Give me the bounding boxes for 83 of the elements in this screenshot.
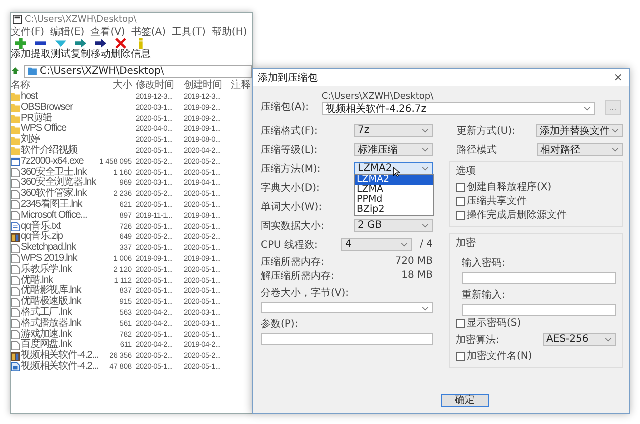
file-name[interactable]: 视频相关软件-4.2... xyxy=(21,362,99,373)
field-label: 输入密码: xyxy=(462,256,506,270)
file-name[interactable]: 7z2000-x64.exe xyxy=(21,156,84,168)
field-label: 重新输入: xyxy=(462,288,506,302)
file-name[interactable]: OBSBrowser xyxy=(21,102,73,114)
dropdown[interactable]: AES-256 xyxy=(542,333,616,346)
field-label: 压缩格式(F): xyxy=(261,124,319,138)
field-label: 单词大小(W): xyxy=(261,200,324,214)
field-label: 固实数据大小: xyxy=(261,220,326,232)
dropdown-option[interactable]: LZMA xyxy=(355,185,433,195)
column-header[interactable]: 创建时间 xyxy=(182,80,230,92)
menu-item[interactable]: 书签(A) xyxy=(131,25,166,39)
memory-label: 解压缩所需内存: xyxy=(261,270,334,282)
column-header[interactable]: 大小 xyxy=(101,80,134,92)
window-title: C:\Users\XZWH\Desktop\ xyxy=(25,14,137,24)
field-label: 更新方式(U): xyxy=(456,124,516,138)
field-label: 参数(P): xyxy=(261,318,300,331)
file-name[interactable]: 格式播放器.lnk xyxy=(21,318,82,330)
dropdown[interactable]: 2 GB xyxy=(354,219,433,232)
column-header[interactable]: 名称 xyxy=(11,80,101,92)
file-name[interactable]: 软件介绍视频 xyxy=(21,146,78,157)
file-name[interactable]: 格式工厂.lnk xyxy=(21,308,72,319)
field-label: 路径模式 xyxy=(456,144,498,156)
file-name[interactable]: 优酷.lnk xyxy=(21,276,53,286)
file-name[interactable]: PR剪辑 xyxy=(21,114,52,124)
dropdown[interactable]: 7z xyxy=(354,124,433,137)
checkbox[interactable]: 显示密码(S) xyxy=(456,316,616,330)
field-label: CPU 线程数: xyxy=(261,238,319,252)
dialog-title: 添加到压缩包 xyxy=(258,72,318,84)
field-label: 压缩等级(L): xyxy=(261,144,319,156)
menu-item[interactable]: 文件(F) xyxy=(11,25,45,39)
file-name[interactable]: qq音乐.zip xyxy=(21,232,63,244)
checkbox[interactable]: 加密文件名(N) xyxy=(456,349,616,363)
archive-path: C:\Users\XZWH\Desktop\ xyxy=(322,92,435,102)
thread-count-total: / 4 xyxy=(420,239,433,250)
toolbar-button[interactable]: 信息 xyxy=(131,38,151,62)
toolbar-button[interactable]: 添加 xyxy=(11,38,31,62)
field-label: 分卷大小，字节(V): xyxy=(261,286,350,300)
archive-name-combo[interactable]: 视频相关软件-4.26.7z xyxy=(322,102,595,115)
toolbar-button[interactable]: 测试 xyxy=(51,38,71,62)
file-name[interactable]: Sketchpad.lnk xyxy=(21,243,76,254)
checkbox[interactable]: 创建自释放程序(X) xyxy=(456,180,616,194)
memory-label: 压缩所需内存: xyxy=(261,256,324,268)
ok-button[interactable]: 确定 xyxy=(441,394,489,407)
dropdown-option[interactable]: LZMA2 xyxy=(355,175,433,185)
toolbar-button[interactable]: 删除 xyxy=(111,38,131,62)
dropdown-option[interactable]: PPMd xyxy=(355,195,433,205)
menu-item[interactable]: 帮助(H) xyxy=(212,25,248,39)
checkbox[interactable]: 操作完成后删除源文件 xyxy=(456,208,616,222)
file-name[interactable]: WPS 2019.lnk xyxy=(21,254,78,265)
menu-item[interactable]: 编辑(E) xyxy=(50,25,85,39)
dropdown[interactable]: 标准压缩 xyxy=(354,143,433,156)
file-name[interactable]: Microsoft Office... xyxy=(21,210,88,222)
dropdown-option[interactable]: BZip2 xyxy=(355,205,433,215)
group-title: 加密 xyxy=(456,236,477,250)
dropdown[interactable]: 4 xyxy=(341,238,412,251)
menu-item[interactable]: 工具(T) xyxy=(172,25,206,39)
column-header[interactable]: 注释 xyxy=(230,80,252,92)
column-header[interactable]: 修改时间 xyxy=(134,80,182,92)
toolbar-button[interactable]: 复制 xyxy=(71,38,91,62)
toolbar-button[interactable]: 移动 xyxy=(91,38,111,62)
field-label: 压缩包(A): xyxy=(261,100,310,115)
memory-value: 18 MB xyxy=(402,270,433,281)
group-title: 选项 xyxy=(456,164,477,178)
file-name[interactable]: 乐教乐学.lnk xyxy=(21,264,72,276)
field-label: 加密算法: xyxy=(456,334,500,346)
dropdown[interactable]: 添加并替换文件 xyxy=(536,124,623,137)
toolbar-button[interactable]: 提取 xyxy=(31,38,51,62)
file-name[interactable]: host xyxy=(21,92,38,103)
file-name[interactable]: 2345看图王.lnk xyxy=(21,200,82,211)
field-label: 字典大小(D): xyxy=(261,182,321,194)
dropdown[interactable]: LZMA2 xyxy=(354,162,433,175)
file-name[interactable]: 刘婷 xyxy=(21,135,40,146)
menu-item[interactable]: 查看(V) xyxy=(90,25,126,39)
file-name[interactable]: 360软件管家.lnk xyxy=(21,189,87,200)
file-name[interactable]: 视频相关软件-4.2... xyxy=(21,351,99,362)
dropdown[interactable]: 相对路径 xyxy=(536,143,623,156)
memory-value: 720 MB xyxy=(395,256,433,267)
checkbox[interactable]: 压缩共享文件 xyxy=(456,194,616,208)
close-button[interactable]: × xyxy=(608,71,629,84)
address-field[interactable]: C:\Users\XZWH\Desktop\ xyxy=(24,64,252,78)
file-name[interactable]: 优酷极速版.lnk xyxy=(21,297,82,308)
field-label: 压缩方法(M): xyxy=(261,162,322,176)
